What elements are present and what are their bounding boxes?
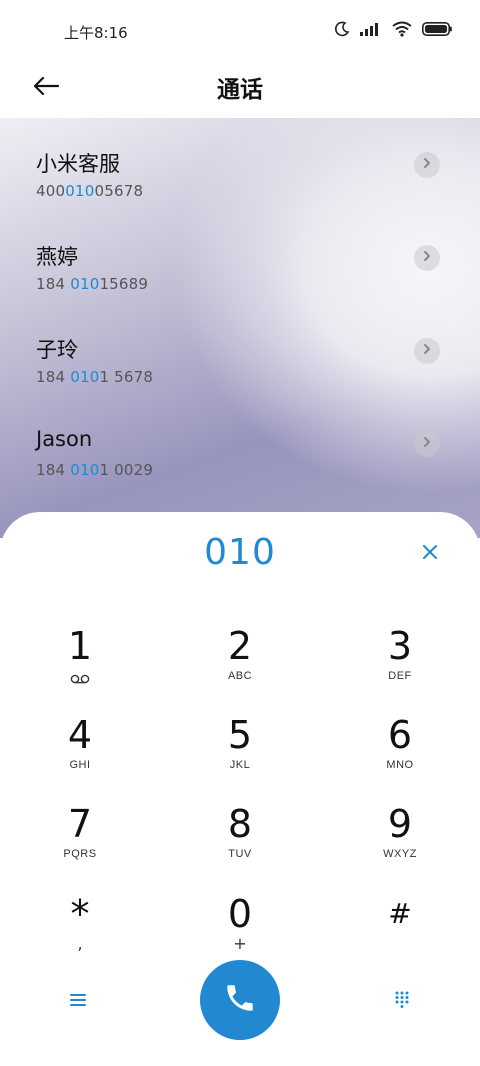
key-letters: , — [77, 934, 83, 953]
key-digit: 4 — [67, 713, 93, 757]
menu-icon — [70, 993, 86, 1012]
status-time: 上午8:16 — [64, 24, 128, 42]
key-digit: * — [70, 892, 90, 936]
contact-name: 小米客服 — [36, 152, 120, 176]
key-letters: PQRS — [63, 848, 97, 860]
call-button[interactable] — [200, 960, 280, 1040]
close-icon — [422, 544, 438, 565]
clear-button[interactable] — [414, 538, 446, 570]
key-5[interactable]: 5 JKL — [180, 713, 300, 793]
phone-icon — [223, 981, 257, 1020]
page-title: 通话 — [217, 77, 263, 103]
contact-item[interactable]: 子玲 184 0101 5678 — [0, 334, 480, 414]
dial-number-input[interactable]: 010 — [0, 532, 480, 573]
moon-icon — [334, 21, 350, 42]
key-letters: TUV — [228, 848, 252, 860]
contact-list: 小米客服 40001005678 燕婷 184 01015689 子玲 184 … — [0, 118, 480, 538]
key-1[interactable]: 1 — [20, 624, 140, 704]
key-2[interactable]: 2 ABC — [180, 624, 300, 704]
contact-name: Jason — [36, 427, 93, 451]
contact-item[interactable]: 燕婷 184 01015689 — [0, 241, 480, 321]
key-3[interactable]: 3 DEF — [340, 624, 460, 704]
contact-detail-button[interactable] — [414, 338, 440, 364]
chevron-right-icon — [422, 435, 432, 453]
header: 通话 — [0, 62, 480, 118]
key-letters: WXYZ — [383, 848, 417, 860]
contact-detail-button[interactable] — [414, 152, 440, 178]
key-9[interactable]: 9 WXYZ — [340, 802, 460, 882]
chevron-right-icon — [422, 156, 432, 174]
key-digit: 3 — [387, 624, 413, 668]
key-digit: 1 — [67, 624, 93, 668]
signal-icon — [360, 22, 382, 41]
battery-icon — [422, 21, 452, 41]
chevron-right-icon — [422, 342, 432, 360]
chevron-right-icon — [422, 249, 432, 267]
key-7[interactable]: 7 PQRS — [20, 802, 140, 882]
key-letters: + — [233, 934, 247, 953]
contact-number: 184 0101 5678 — [36, 368, 154, 386]
dialpad-icon — [394, 991, 410, 1014]
key-8[interactable]: 8 TUV — [180, 802, 300, 882]
key-letters: MNO — [386, 759, 414, 771]
contact-item[interactable]: Jason 184 0101 0029 — [0, 427, 480, 507]
key-letters: DEF — [388, 670, 412, 682]
key-letters: ABC — [227, 670, 253, 682]
voicemail-icon — [70, 671, 90, 689]
key-digit: 0 — [227, 892, 253, 936]
contact-item[interactable]: 小米客服 40001005678 — [0, 148, 480, 228]
dialpad-toggle-button[interactable] — [386, 986, 418, 1018]
contact-number: 184 01015689 — [36, 275, 149, 293]
contact-number: 184 0101 0029 — [36, 461, 154, 479]
key-letters: GHI — [69, 759, 91, 771]
key-digit: 6 — [387, 713, 413, 757]
wifi-icon — [392, 21, 412, 42]
dialer-panel: 010 1 2 ABC 3 DEF 4 GHI 5 JKL 6 MNO 7 PQ… — [0, 512, 480, 1066]
key-digit: 9 — [387, 802, 413, 846]
contact-name: 燕婷 — [36, 245, 78, 269]
key-digit: 5 — [227, 713, 253, 757]
status-bar: 上午8:16 — [0, 0, 480, 62]
dialer-actions — [0, 960, 480, 1042]
key-letters: JKL — [229, 759, 251, 771]
key-6[interactable]: 6 MNO — [340, 713, 460, 793]
key-digit: 2 — [227, 624, 253, 668]
status-icons — [334, 20, 452, 42]
contact-name: 子玲 — [36, 338, 78, 362]
key-digit: 8 — [227, 802, 253, 846]
key-digit: 7 — [67, 802, 93, 846]
key-digit: # — [388, 897, 412, 930]
key-4[interactable]: 4 GHI — [20, 713, 140, 793]
contact-detail-button[interactable] — [414, 245, 440, 271]
contact-number: 40001005678 — [36, 182, 144, 200]
contact-detail-button[interactable] — [414, 431, 440, 457]
menu-button[interactable] — [62, 986, 94, 1018]
